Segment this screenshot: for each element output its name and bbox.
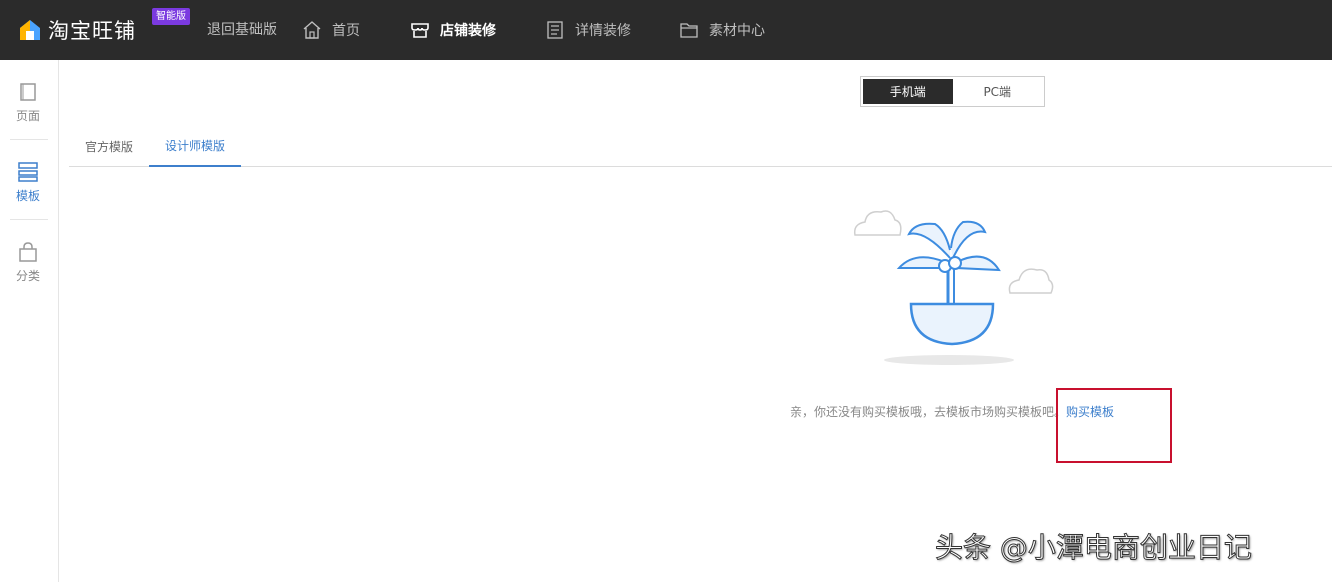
- back-to-basic-link[interactable]: 退回基础版: [207, 20, 277, 40]
- highlight-annotation: [1056, 388, 1172, 463]
- nav-home[interactable]: 首页: [302, 18, 360, 42]
- pc-device-button[interactable]: PC端: [953, 79, 1043, 104]
- version-badge: 智能版: [152, 8, 190, 25]
- store-icon: [411, 23, 429, 38]
- sidebar-item-page-label: 页面: [15, 108, 40, 123]
- sidebar-divider: [10, 139, 48, 140]
- nav-material-center-label: 素材中心: [709, 23, 765, 39]
- sidebar-item-category-label: 分类: [15, 268, 40, 283]
- tab-official-templates[interactable]: 官方模版: [85, 126, 133, 166]
- sidebar-item-category[interactable]: 分类: [8, 232, 48, 292]
- logo-icon: [20, 20, 40, 40]
- nav-home-label: 首页: [332, 23, 360, 39]
- home-icon: [303, 21, 321, 39]
- folder-icon: [680, 23, 698, 38]
- empty-state-message: 亲，你还没有购买模板哦，去模板市场购买模板吧。: [790, 405, 1067, 419]
- logo-text: 淘宝旺铺: [48, 19, 136, 43]
- sidebar-item-template[interactable]: 模板: [8, 152, 48, 212]
- device-toggle: 手机端 PC端: [860, 76, 1045, 107]
- template-tabs: 官方模版 设计师模版: [69, 126, 1332, 167]
- sidebar-divider: [10, 219, 48, 220]
- document-icon: [547, 21, 563, 39]
- mobile-device-button[interactable]: 手机端: [863, 79, 953, 104]
- tab-designer-templates[interactable]: 设计师模版: [149, 126, 242, 167]
- watermark: 头条 @小潭电商创业日记: [935, 531, 1253, 565]
- empty-state-illustration: [853, 210, 1054, 365]
- page-icon: [20, 82, 36, 101]
- sidebar-item-template-label: 模板: [15, 188, 40, 203]
- nav-store-decoration-label: 店铺装修: [440, 23, 496, 39]
- nav-store-decoration[interactable]: 店铺装修: [410, 18, 496, 42]
- logo[interactable]: 淘宝旺铺: [18, 14, 136, 46]
- sidebar-item-page[interactable]: 页面: [8, 72, 48, 132]
- bag-icon: [19, 241, 37, 262]
- template-icon: [18, 161, 38, 182]
- top-bar: 淘宝旺铺 智能版 退回基础版 首页 店铺装修 详情装修 素材中心: [0, 0, 1332, 60]
- nav-detail-decoration-label: 详情装修: [575, 23, 631, 39]
- nav-detail-decoration[interactable]: 详情装修: [545, 18, 631, 42]
- sidebar: 页面 模板 分类: [0, 60, 59, 582]
- nav-material-center[interactable]: 素材中心: [679, 18, 765, 42]
